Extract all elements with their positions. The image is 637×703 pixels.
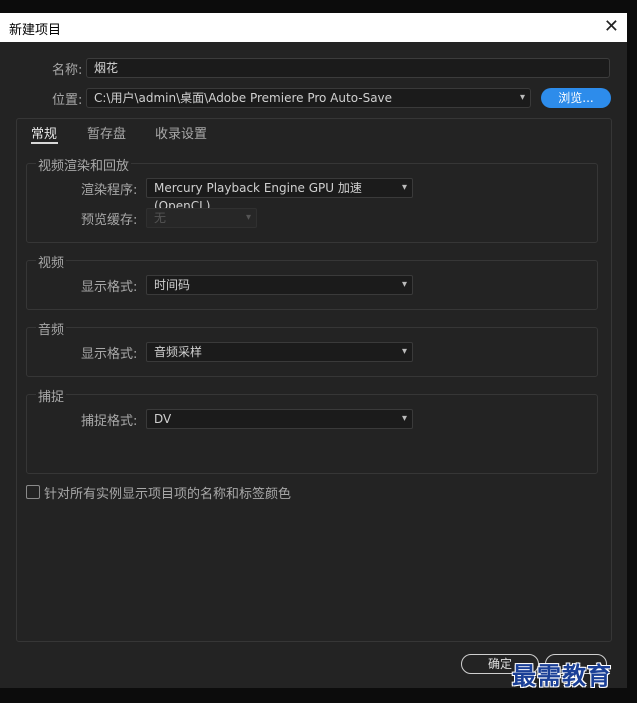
chevron-down-icon: ▾ xyxy=(401,346,407,357)
audio-title: 音频 xyxy=(36,319,67,338)
show-labels-checkbox[interactable] xyxy=(26,485,40,499)
video-render-group xyxy=(26,163,598,243)
location-value: C:\用户\admin\桌面\Adobe Premiere Pro Auto-S… xyxy=(94,91,393,105)
location-select[interactable]: C:\用户\admin\桌面\Adobe Premiere Pro Auto-S… xyxy=(86,88,531,108)
video-display-format-value: 时间码 xyxy=(154,278,191,292)
audio-display-format-value: 音频采样 xyxy=(154,345,203,359)
capture-format-select[interactable]: DV ▾ xyxy=(146,409,413,429)
tab-ingest-settings[interactable]: 收录设置 xyxy=(155,123,207,142)
window-title: 新建项目 xyxy=(9,23,62,38)
audio-display-format-label: 显示格式: xyxy=(81,347,138,362)
project-name-value: 烟花 xyxy=(94,61,119,75)
tab-scratch-disks[interactable]: 暂存盘 xyxy=(87,123,126,142)
show-labels-label: 针对所有实例显示项目项的名称和标签颜色 xyxy=(44,487,292,502)
video-display-format-select[interactable]: 时间码 ▾ xyxy=(146,275,413,295)
video-display-format-label: 显示格式: xyxy=(81,280,138,295)
video-title: 视频 xyxy=(36,252,67,271)
chevron-down-icon: ▾ xyxy=(401,182,407,193)
renderer-label: 渲染程序: xyxy=(81,183,138,198)
chevron-down-icon: ▾ xyxy=(245,212,251,223)
new-project-dialog: 名称: 烟花 位置: C:\用户\admin\桌面\Adobe Premiere… xyxy=(0,42,627,690)
chevron-down-icon: ▾ xyxy=(401,413,407,424)
title-bar: 新建项目 ✕ xyxy=(0,13,627,42)
capture-group xyxy=(26,394,598,474)
tab-general[interactable]: 常规 xyxy=(31,123,57,142)
watermark-logo: 最需教育 xyxy=(512,661,612,690)
location-label: 位置: xyxy=(52,93,83,108)
capture-format-label: 捕捉格式: xyxy=(81,414,138,429)
renderer-select[interactable]: Mercury Playback Engine GPU 加速 (OpenCL) … xyxy=(146,178,413,213)
close-icon[interactable]: ✕ xyxy=(604,16,619,37)
browse-button[interactable]: 浏览... xyxy=(541,88,611,108)
project-name-input[interactable]: 烟花 xyxy=(86,58,610,78)
preview-cache-select: 无 ▾ xyxy=(146,208,257,228)
capture-title: 捕捉 xyxy=(36,386,67,405)
video-render-title: 视频渲染和回放 xyxy=(36,155,132,174)
audio-display-format-select[interactable]: 音频采样 ▾ xyxy=(146,342,413,362)
preview-cache-label: 预览缓存: xyxy=(81,213,138,228)
active-tab-indicator xyxy=(31,142,58,144)
chevron-down-icon: ▾ xyxy=(401,279,407,290)
chevron-down-icon: ▾ xyxy=(519,92,525,103)
preview-cache-value: 无 xyxy=(154,211,167,225)
name-label: 名称: xyxy=(52,63,83,78)
capture-format-value: DV xyxy=(154,412,172,426)
